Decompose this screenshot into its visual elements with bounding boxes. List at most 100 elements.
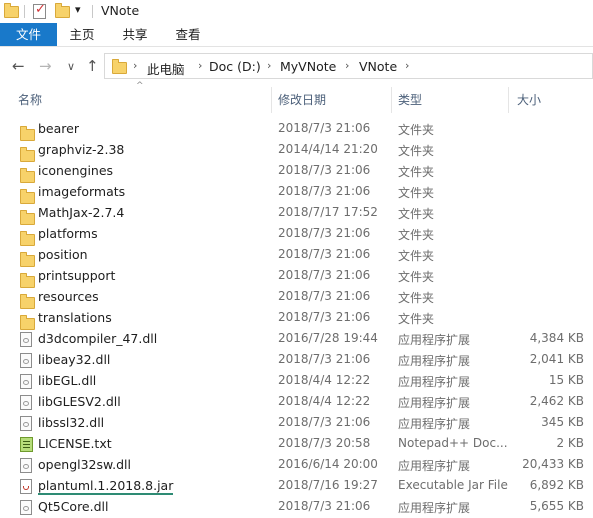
tab-share[interactable]: 共享 [115, 23, 155, 46]
file-type: 文件夹 [398, 270, 435, 284]
dll-icon [20, 332, 32, 350]
column-divider[interactable] [271, 87, 272, 113]
breadcrumb-vnote[interactable]: VNote [359, 59, 397, 74]
folder-icon [20, 313, 35, 330]
recent-locations-chevron-icon[interactable]: ∨ [67, 59, 75, 75]
file-type: Executable Jar File [398, 478, 508, 492]
file-date: 2018/4/4 12:22 [278, 373, 371, 387]
file-row[interactable]: libeay32.dll 2018/7/3 21:06 应用程序扩展 2,041 KB [0, 349, 593, 370]
file-row[interactable]: libssl32.dll 2018/7/3 21:06 应用程序扩展 345 KB [0, 412, 593, 433]
file-type: 应用程序扩展 [398, 354, 471, 368]
file-type: 应用程序扩展 [398, 459, 471, 473]
column-header-name[interactable]: 名称 [18, 89, 268, 111]
address-bar[interactable]: › 此电脑 › Doc (D:) › MyVNote › VNote › [104, 53, 593, 79]
file-row[interactable]: imageformats 2018/7/3 21:06 文件夹 [0, 181, 593, 204]
file-row[interactable]: bearer 2018/7/3 21:06 文件夹 [0, 118, 593, 141]
file-name: graphviz-2.38 [38, 142, 125, 157]
chevron-right-icon[interactable]: › [405, 59, 409, 72]
file-name: libEGL.dll [38, 373, 97, 388]
separator [24, 5, 25, 18]
dll-icon [20, 395, 32, 413]
file-name: opengl32sw.dll [38, 457, 131, 472]
window-title: VNote [101, 3, 140, 18]
file-row[interactable]: plantuml.1.2018.8.jar 2018/7/16 19:27 Exec… [0, 475, 593, 496]
dll-icon [20, 353, 32, 371]
file-type: 文件夹 [398, 207, 435, 221]
breadcrumb-myvnote[interactable]: MyVNote [280, 59, 336, 74]
folder-icon [112, 59, 127, 74]
file-row[interactable]: libGLESV2.dll 2018/4/4 12:22 应用程序扩展 2,462 K… [0, 391, 593, 412]
file-row[interactable]: MathJax-2.7.4 2018/7/17 17:52 文件夹 [0, 202, 593, 225]
folder-icon [20, 166, 35, 183]
file-name: Qt5Core.dll [38, 499, 109, 514]
file-date: 2018/7/16 19:27 [278, 478, 378, 492]
folder-icon [20, 208, 35, 225]
file-date: 2018/7/3 21:06 [278, 163, 371, 177]
file-row[interactable]: printsupport 2018/7/3 21:06 文件夹 [0, 265, 593, 288]
file-date: 2018/7/3 21:06 [278, 415, 371, 429]
jar-file-icon [20, 479, 32, 497]
file-date: 2018/7/3 21:06 [278, 184, 371, 198]
column-header-date[interactable]: 修改日期 [278, 89, 388, 111]
dll-icon [20, 500, 32, 518]
column-divider[interactable] [391, 87, 392, 113]
file-date: 2016/7/28 19:44 [278, 331, 378, 345]
file-row[interactable]: position 2018/7/3 21:06 文件夹 [0, 244, 593, 267]
file-row[interactable]: LICENSE.txt 2018/7/3 20:58 Notepad++ Doc..… [0, 433, 593, 454]
file-type: 应用程序扩展 [398, 396, 471, 410]
chevron-right-icon[interactable]: › [198, 59, 202, 72]
file-type: 文件夹 [398, 186, 435, 200]
file-name: d3dcompiler_47.dll [38, 331, 158, 346]
quick-access-dropdown-icon[interactable]: ▾ [75, 3, 81, 16]
file-type: 文件夹 [398, 144, 435, 158]
file-date: 2018/7/3 21:06 [278, 121, 371, 135]
file-row[interactable]: libEGL.dll 2018/4/4 12:22 应用程序扩展 15 KB [0, 370, 593, 391]
tab-file[interactable]: 文件 [0, 23, 57, 46]
file-type: 文件夹 [398, 312, 435, 326]
folder-icon [20, 292, 35, 309]
file-type: 文件夹 [398, 165, 435, 179]
file-row[interactable]: graphviz-2.38 2014/4/14 21:20 文件夹 [0, 139, 593, 162]
column-header-size[interactable]: 大小 [517, 89, 587, 111]
file-name: libGLESV2.dll [38, 394, 121, 409]
dll-icon [20, 458, 32, 476]
file-type: 文件夹 [398, 123, 435, 137]
file-type: 应用程序扩展 [398, 333, 471, 347]
file-type: 应用程序扩展 [398, 375, 471, 389]
file-name: imageformats [38, 184, 126, 199]
column-divider[interactable] [508, 87, 509, 113]
folder-icon [20, 187, 35, 204]
file-name: platforms [38, 226, 98, 241]
file-row[interactable]: resources 2018/7/3 21:06 文件夹 [0, 286, 593, 309]
file-row[interactable]: platforms 2018/7/3 21:06 文件夹 [0, 223, 593, 246]
properties-check-icon[interactable]: ✓ [33, 2, 46, 22]
up-arrow-icon[interactable]: ↑ [86, 58, 99, 74]
file-date: 2018/7/3 21:06 [278, 268, 371, 282]
file-row[interactable]: iconengines 2018/7/3 21:06 文件夹 [0, 160, 593, 183]
column-header-type[interactable]: 类型 [398, 89, 503, 111]
file-size: 2,462 KB [529, 394, 584, 408]
forward-arrow-icon[interactable]: → [39, 58, 52, 74]
folder-icon [20, 145, 35, 162]
file-row[interactable]: d3dcompiler_47.dll 2016/7/28 19:44 应用程序扩展 4… [0, 328, 593, 349]
breadcrumb-drive[interactable]: Doc (D:) [209, 59, 261, 74]
file-row[interactable]: opengl32sw.dll 2016/6/14 20:00 应用程序扩展 20,43… [0, 454, 593, 475]
file-type: 文件夹 [398, 291, 435, 305]
file-size: 345 KB [541, 415, 584, 429]
tab-home[interactable]: 主页 [62, 23, 102, 46]
chevron-right-icon[interactable]: › [133, 59, 137, 72]
ribbon-tabs: 文件 主页 共享 查看 [0, 23, 593, 47]
file-date: 2018/7/3 21:06 [278, 247, 371, 261]
tab-view[interactable]: 查看 [168, 23, 208, 46]
back-arrow-icon[interactable]: ← [12, 58, 25, 74]
file-date: 2016/6/14 20:00 [278, 457, 378, 471]
separator [92, 5, 93, 18]
chevron-right-icon[interactable]: › [267, 59, 271, 72]
new-folder-icon[interactable] [55, 3, 70, 21]
file-type: 应用程序扩展 [398, 501, 471, 515]
dll-icon [20, 374, 32, 392]
file-row[interactable]: translations 2018/7/3 21:06 文件夹 [0, 307, 593, 330]
chevron-right-icon[interactable]: › [345, 59, 349, 72]
breadcrumb-this-pc[interactable]: 此电脑 [147, 59, 185, 78]
file-size: 6,892 KB [529, 478, 584, 492]
